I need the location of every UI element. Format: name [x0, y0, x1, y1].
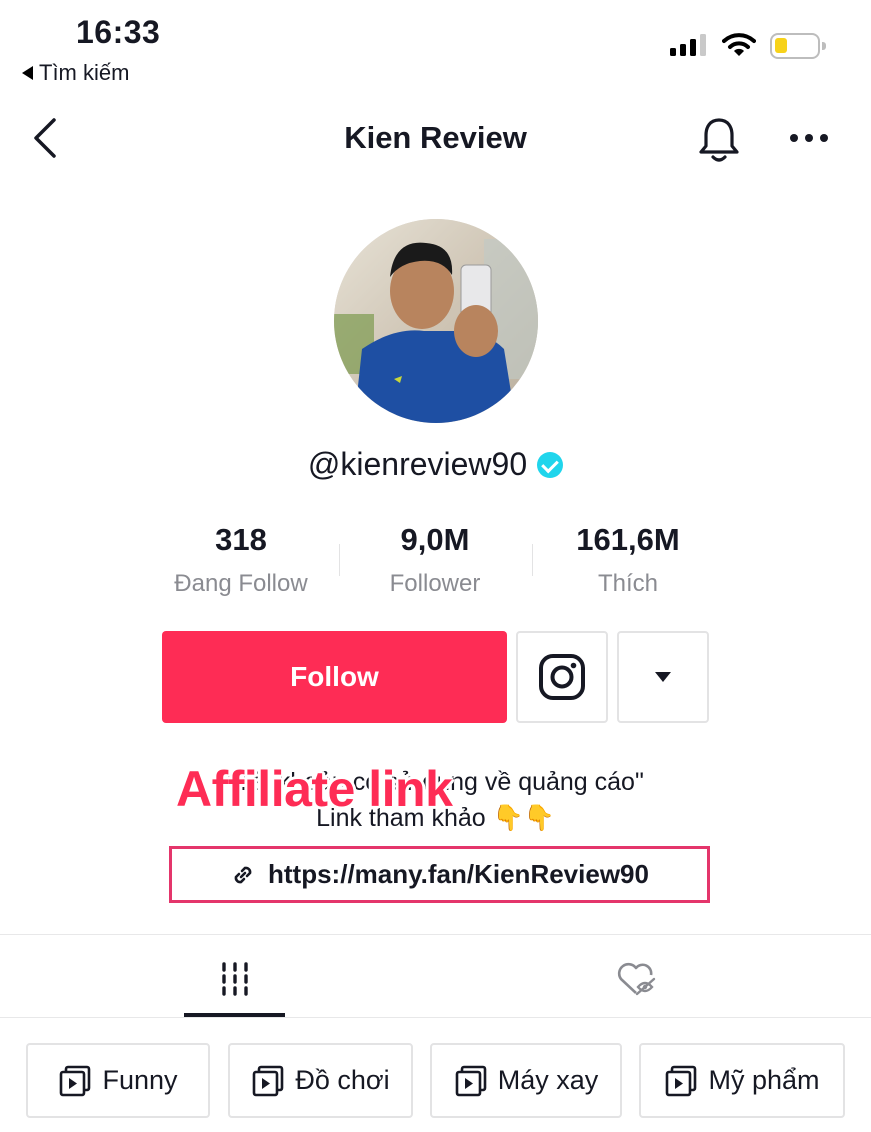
playlist-chip-do-choi[interactable]: Đồ chơi: [228, 1043, 413, 1118]
affiliate-link-annotation: Affiliate link: [176, 761, 453, 817]
playlist-chip-label: Máy xay: [497, 1065, 599, 1095]
notification-bell-button[interactable]: [697, 116, 741, 169]
playlist-icon: [666, 1065, 697, 1096]
playlist-icon: [253, 1065, 284, 1096]
more-dot-icon: [820, 134, 828, 142]
more-dot-icon: [790, 134, 798, 142]
playlist-chip-label: Đồ chơi: [295, 1065, 390, 1095]
playlist-icon: [455, 1065, 487, 1096]
avatar-photo: [334, 219, 538, 423]
bio-link[interactable]: https://many.fan/KienReview90: [169, 846, 710, 903]
follow-button[interactable]: Follow: [162, 631, 507, 723]
playlist-chip-may-xay[interactable]: Máy xay: [430, 1043, 622, 1118]
stat-following-value: 318: [215, 522, 267, 557]
more-dot-icon: [805, 134, 813, 142]
videos-grid-icon: [221, 961, 248, 996]
playlist-chip-my-pham[interactable]: Mỹ phẩm: [639, 1043, 845, 1118]
suggested-accounts-dropdown[interactable]: [617, 631, 709, 723]
status-time: 16:33: [76, 14, 161, 50]
stat-following-label: Đang Follow: [174, 570, 308, 597]
link-icon: [234, 866, 252, 883]
caret-down-icon: [655, 672, 671, 682]
playlist-chip-label: Funny: [102, 1065, 178, 1095]
back-triangle-icon: [22, 66, 33, 80]
stat-likes-label: Thích: [597, 570, 659, 597]
wifi-icon: [722, 32, 756, 63]
cellular-signal-icon: [670, 34, 706, 56]
stat-followers[interactable]: 9,0M Follower: [335, 522, 535, 598]
stat-followers-value: 9,0M: [400, 522, 470, 557]
instagram-button[interactable]: [516, 631, 608, 723]
instagram-icon: [539, 654, 585, 700]
tab-videos[interactable]: [184, 940, 285, 1017]
back-to-app-link[interactable]: Tìm kiếm: [22, 60, 129, 86]
back-to-app-label: Tìm kiếm: [39, 60, 130, 85]
tab-liked-hidden[interactable]: [586, 940, 687, 1017]
battery-icon: [770, 33, 826, 59]
stat-likes[interactable]: 161,6M Thích: [528, 522, 728, 598]
stat-following[interactable]: 318 Đang Follow: [141, 522, 341, 598]
stat-followers-label: Follower: [389, 570, 481, 597]
playlist-icon: [60, 1065, 91, 1096]
username: @kienreview90: [307, 446, 528, 482]
divider: [0, 1017, 871, 1018]
bell-icon: [699, 118, 739, 162]
username-row: @kienreview90: [0, 446, 871, 483]
more-options-button[interactable]: [790, 134, 828, 142]
verified-badge-icon: [537, 451, 564, 478]
liked-hidden-icon: [617, 962, 655, 995]
stat-likes-value: 161,6M: [576, 522, 680, 557]
divider: [0, 934, 871, 935]
playlist-chip-label: Mỹ phẩm: [708, 1065, 820, 1095]
bio-link-url: https://many.fan/KienReview90: [268, 859, 649, 889]
profile-avatar[interactable]: [334, 219, 538, 423]
playlist-chip-funny[interactable]: Funny: [26, 1043, 210, 1118]
